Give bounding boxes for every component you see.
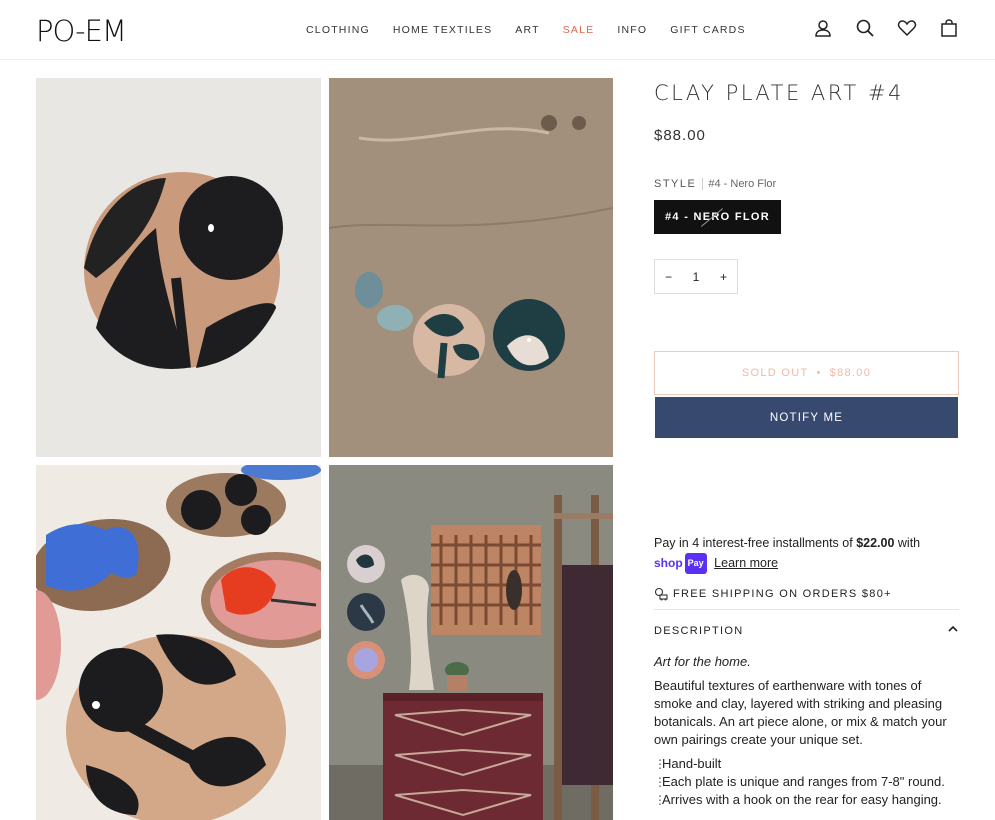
nav-gift-cards[interactable]: GIFT CARDS bbox=[670, 24, 745, 36]
nav-clothing[interactable]: CLOTHING bbox=[306, 24, 370, 36]
main-nav: CLOTHING HOME TEXTILES ART SALE INFO GIF… bbox=[306, 24, 769, 36]
description-accordion-toggle[interactable]: DESCRIPTION bbox=[654, 609, 959, 651]
style-value: #4 - Nero Flor bbox=[708, 178, 777, 190]
installments-prefix: Pay in 4 interest-free installments of bbox=[654, 536, 853, 550]
chevron-up-icon bbox=[947, 623, 959, 638]
account-icon[interactable] bbox=[813, 18, 833, 38]
product-image-4[interactable] bbox=[329, 465, 613, 820]
product-image-2[interactable] bbox=[329, 78, 613, 457]
sold-out-text: SOLD OUT bbox=[741, 367, 809, 379]
nav-home-textiles[interactable]: HOME TEXTILES bbox=[393, 24, 492, 36]
shop-pay-logo: shop Pay bbox=[654, 553, 707, 574]
description-body: Beautiful textures of earthenware with t… bbox=[654, 678, 947, 747]
nav-info[interactable]: INFO bbox=[617, 24, 647, 36]
product-price: $88.00 bbox=[654, 127, 706, 144]
style-selector-label: STYLE #4 - Nero Flor bbox=[654, 178, 959, 190]
description-heading: DESCRIPTION bbox=[654, 624, 744, 637]
quantity-stepper: − 1 + bbox=[654, 259, 738, 294]
style-label: STYLE bbox=[654, 178, 704, 190]
brand-logo[interactable]: PO-EM bbox=[36, 14, 127, 48]
installments-amount: $22.00 bbox=[856, 536, 895, 550]
installments-info: Pay in 4 interest-free installments of $… bbox=[654, 534, 959, 574]
product-image-1[interactable] bbox=[36, 78, 321, 457]
sold-out-price: $88.00 bbox=[829, 367, 872, 379]
qty-minus-button[interactable]: − bbox=[665, 270, 672, 284]
heart-icon[interactable] bbox=[897, 18, 917, 38]
learn-more-link[interactable]: Learn more bbox=[714, 556, 778, 570]
product-title: CLAY PLATE ART #4 bbox=[654, 81, 904, 105]
site-header: PO-EM CLOTHING HOME TEXTILES ART SALE IN… bbox=[0, 0, 995, 60]
shop-pay-pay: Pay bbox=[684, 553, 707, 574]
qty-plus-button[interactable]: + bbox=[720, 270, 727, 284]
nav-sale[interactable]: SALE bbox=[563, 24, 595, 36]
notify-me-button[interactable]: NOTIFY ME bbox=[655, 397, 958, 438]
bag-icon[interactable] bbox=[939, 18, 959, 38]
description-bullet: Arrives with a hook on the rear for easy… bbox=[654, 791, 959, 809]
shop-pay-shop: shop bbox=[654, 556, 683, 570]
sold-out-separator: • bbox=[816, 367, 822, 379]
sold-out-button[interactable]: SOLD OUT • $88.00 bbox=[654, 351, 959, 395]
installments-suffix: with bbox=[897, 536, 921, 550]
product-image-3[interactable] bbox=[36, 465, 321, 820]
description-tagline: Art for the home. bbox=[654, 654, 751, 669]
search-icon[interactable] bbox=[855, 18, 875, 38]
header-icons bbox=[813, 18, 959, 38]
free-shipping-note: FREE SHIPPING ON ORDERS $80+ bbox=[654, 587, 959, 601]
description-bullet: Hand-built bbox=[654, 755, 959, 773]
description-bullets: Hand-built Each plate is unique and rang… bbox=[654, 755, 959, 809]
shipping-icon bbox=[654, 587, 668, 601]
description-bullet: Each plate is unique and ranges from 7-8… bbox=[654, 773, 959, 791]
product-info: CLAY PLATE ART #4 $88.00 STYLE #4 - Nero … bbox=[654, 78, 959, 809]
qty-value[interactable]: 1 bbox=[693, 270, 700, 284]
style-swatch-nero-flor[interactable]: #4 - NERO FLOR bbox=[654, 200, 781, 234]
description-content: Art for the home. Beautiful textures of … bbox=[654, 653, 959, 809]
free-shipping-text: FREE SHIPPING ON ORDERS $80+ bbox=[673, 588, 892, 600]
nav-art[interactable]: ART bbox=[515, 24, 539, 36]
